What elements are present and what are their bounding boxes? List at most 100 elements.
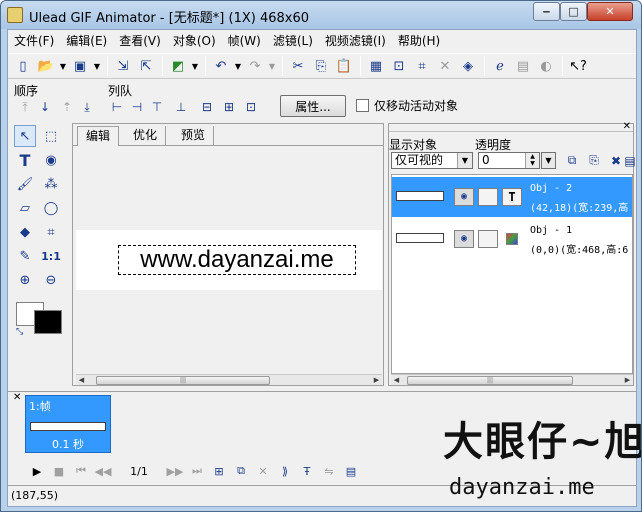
brush-tool-icon[interactable]: 🖌: [14, 173, 36, 195]
actual-size-icon[interactable]: 1:1: [40, 245, 62, 267]
scroll-right-icon[interactable]: ▶: [622, 375, 633, 386]
lock-toggle[interactable]: [478, 188, 498, 206]
stop-icon[interactable]: ■: [48, 461, 70, 481]
help-icon[interactable]: ↖?: [567, 56, 589, 76]
delete-object-icon[interactable]: ✖: [607, 152, 625, 169]
frame-panel-close-icon[interactable]: ✕: [13, 392, 21, 403]
optimize-icon[interactable]: ◈: [457, 56, 479, 76]
fill-tool-icon[interactable]: ◆: [14, 221, 36, 243]
ellipse-select-icon[interactable]: ◯: [40, 197, 62, 219]
tab-optimize[interactable]: 优化: [125, 126, 167, 146]
eye-icon[interactable]: ◉: [454, 188, 474, 206]
chevron-down-icon[interactable]: ▼: [457, 153, 472, 168]
save-dropdown-icon[interactable]: ▼: [92, 56, 102, 76]
gray-icon[interactable]: ◐: [535, 56, 557, 76]
foreground-color-swatch[interactable]: [34, 310, 62, 334]
show-objects-select[interactable]: 仅可视的 ▼: [391, 152, 473, 169]
menu-edit[interactable]: 编辑(E): [60, 30, 113, 52]
panel-close-icon[interactable]: ✕: [623, 121, 631, 132]
scroll-left-icon[interactable]: ◀: [76, 375, 87, 386]
move-up-icon[interactable]: ⇡: [58, 98, 76, 116]
marquee-tool-icon[interactable]: ⬚: [40, 125, 62, 147]
tween-icon[interactable]: ⟫: [274, 461, 296, 481]
frame-props-icon[interactable]: ▤: [340, 461, 362, 481]
zoom-in-icon[interactable]: ⊕: [14, 269, 36, 291]
menu-frame[interactable]: 帧(W): [222, 30, 267, 52]
opacity-dropdown-icon[interactable]: ▼: [541, 152, 556, 169]
paste-icon[interactable]: 📋: [333, 56, 355, 76]
prev-frame-icon[interactable]: ◀◀: [92, 461, 114, 481]
center-h-icon[interactable]: ⊟: [198, 98, 216, 116]
frame-thumbnail[interactable]: 1:帧 0.1 秒: [25, 395, 111, 453]
open-icon[interactable]: 📂: [35, 56, 57, 76]
import-icon[interactable]: ⇲: [112, 56, 134, 76]
open-dropdown-icon[interactable]: ▼: [58, 56, 68, 76]
object-row-2[interactable]: ◉ T Obj - 2 (42,18)(宽:239,高: [392, 177, 632, 217]
only-active-checkbox[interactable]: [356, 99, 369, 112]
editor-horizontal-scrollbar[interactable]: ◀ ||| ▶: [76, 374, 382, 385]
lasso-tool-icon[interactable]: ◉: [40, 149, 62, 171]
maximize-button[interactable]: □: [560, 2, 587, 21]
align-right-icon[interactable]: ⊣: [128, 98, 146, 116]
tab-preview[interactable]: 预览: [173, 126, 215, 146]
next-frame-icon[interactable]: ▶▶: [164, 461, 186, 481]
stepper-arrows-icon[interactable]: ▲ ▼: [525, 153, 539, 168]
lock-toggle[interactable]: [478, 230, 498, 248]
text-object[interactable]: www.dayanzai.me: [118, 245, 356, 275]
menu-object[interactable]: 对象(O): [167, 30, 222, 52]
frame-props-icon[interactable]: ▦: [365, 56, 387, 76]
align-top-icon[interactable]: ⊤: [148, 98, 166, 116]
zoom-out-icon[interactable]: ⊖: [40, 269, 62, 291]
reverse-icon[interactable]: ⇋: [318, 461, 340, 481]
crop-icon[interactable]: ⌗: [411, 56, 433, 76]
align-bottom-icon[interactable]: ⊥: [172, 98, 190, 116]
minimize-button[interactable]: ‒: [533, 2, 560, 21]
duplicate-object-icon[interactable]: ⧉: [563, 152, 581, 169]
move-down-icon[interactable]: ↓: [36, 98, 54, 116]
object-row-1[interactable]: ◉ Obj - 1 (0,0)(宽:468,高:6: [392, 219, 632, 259]
properties-button[interactable]: 属性...: [280, 95, 346, 117]
object-props-icon[interactable]: ▤: [624, 152, 635, 169]
export-icon[interactable]: ⇱: [135, 56, 157, 76]
rotate-icon[interactable]: ✕: [434, 56, 456, 76]
ie-preview-icon[interactable]: ℯ: [489, 56, 511, 76]
first-frame-icon[interactable]: ⏮: [70, 461, 92, 481]
move-bottom-icon[interactable]: ⤓: [78, 98, 96, 116]
copy-object-icon[interactable]: ⎘: [585, 152, 603, 169]
canvas-area[interactable]: www.dayanzai.me: [76, 148, 382, 374]
last-frame-icon[interactable]: ⏭: [186, 461, 208, 481]
crop-tool-icon[interactable]: ⌗: [40, 221, 62, 243]
align-left-icon[interactable]: ⊢: [108, 98, 126, 116]
close-button[interactable]: ✕: [587, 2, 633, 21]
redo-icon[interactable]: ↷: [244, 56, 266, 76]
cut-icon[interactable]: ✂: [287, 56, 309, 76]
swap-colors-icon[interactable]: ⤡: [16, 327, 23, 337]
menu-help[interactable]: 帮助(H): [392, 30, 446, 52]
undo-icon[interactable]: ↶: [210, 56, 232, 76]
delete-frame-icon[interactable]: ✕: [252, 461, 274, 481]
gray-icon[interactable]: ▤: [512, 56, 534, 76]
new-icon[interactable]: ▯: [12, 56, 34, 76]
color-dropdown-icon[interactable]: ▼: [190, 56, 200, 76]
scroll-left-icon[interactable]: ◀: [391, 375, 402, 386]
menu-view[interactable]: 查看(V): [113, 30, 167, 52]
center-v-icon[interactable]: ⊞: [220, 98, 238, 116]
add-frame-icon[interactable]: ⊞: [208, 461, 230, 481]
menu-video-filter[interactable]: 视频滤镜(I): [319, 30, 392, 52]
eye-icon[interactable]: ◉: [454, 230, 474, 248]
eyedropper-tool-icon[interactable]: ✎: [14, 245, 36, 267]
color-picker-icon[interactable]: ◩: [167, 56, 189, 76]
save-icon[interactable]: ▣: [69, 56, 91, 76]
magic-wand-icon[interactable]: ⁂: [40, 173, 62, 195]
copy-icon[interactable]: ⎘: [310, 56, 332, 76]
opacity-stepper[interactable]: 0 ▲ ▼: [478, 152, 540, 169]
tab-edit[interactable]: 编辑: [77, 126, 120, 146]
scroll-thumb[interactable]: |||: [407, 376, 573, 385]
undo-dropdown-icon[interactable]: ▼: [233, 56, 243, 76]
object-horizontal-scrollbar[interactable]: ◀ ||| ▶: [391, 374, 633, 385]
scroll-thumb[interactable]: |||: [96, 376, 270, 385]
center-both-icon[interactable]: ⊡: [242, 98, 260, 116]
scroll-right-icon[interactable]: ▶: [371, 375, 382, 386]
redo-dropdown-icon[interactable]: ▼: [267, 56, 277, 76]
text-frame-icon[interactable]: Ŧ: [296, 461, 318, 481]
